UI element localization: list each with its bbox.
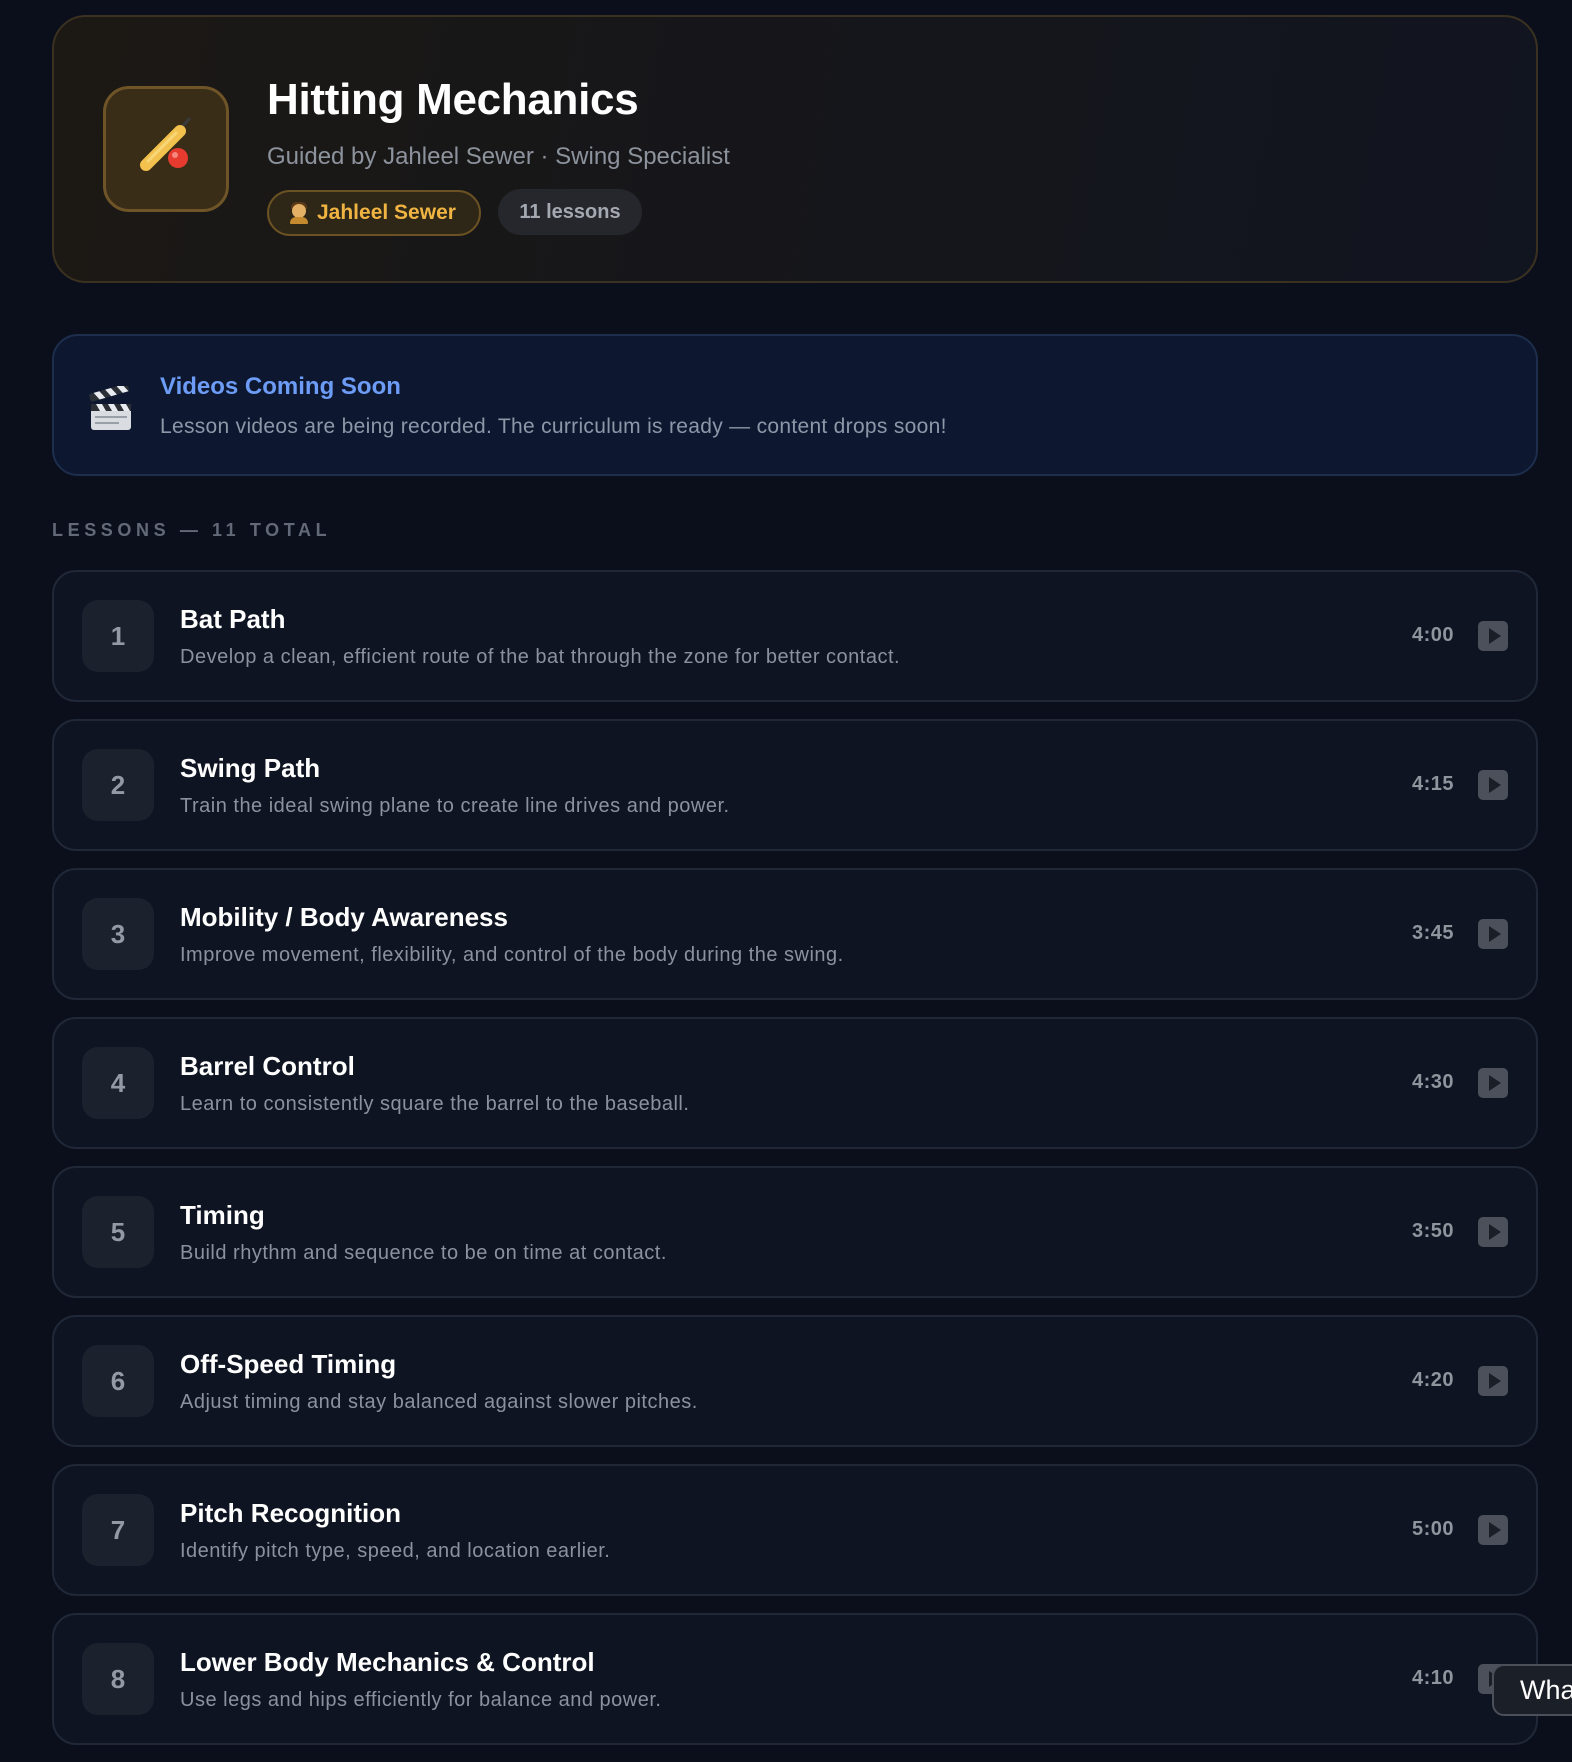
lesson-duration: 4:30 — [1411, 1071, 1454, 1093]
lesson-row[interactable]: 3 Mobility / Body Awareness Improve move… — [52, 868, 1538, 1000]
lesson-row[interactable]: 8 Lower Body Mechanics & Control Use leg… — [52, 1613, 1538, 1745]
lesson-duration: 4:20 — [1411, 1369, 1454, 1391]
lesson-number: 3 — [82, 898, 154, 970]
lesson-title: Barrel Control — [180, 1051, 355, 1081]
course-subtitle: Guided by Jahleel Sewer · Swing Speciali… — [267, 143, 730, 170]
coach-badge[interactable]: Jahleel Sewer — [267, 190, 481, 236]
lesson-duration: 4:15 — [1411, 773, 1454, 795]
lesson-number: 8 — [82, 1643, 154, 1715]
play-icon[interactable] — [1478, 1068, 1508, 1098]
lesson-description: Build rhythm and sequence to be on time … — [180, 1242, 667, 1264]
lesson-row[interactable]: 5 Timing Build rhythm and sequence to be… — [52, 1166, 1538, 1298]
lesson-number: 2 — [82, 749, 154, 821]
lesson-duration: 4:10 — [1411, 1667, 1454, 1689]
lesson-title: Lower Body Mechanics & Control — [180, 1647, 595, 1677]
lesson-title: Off-Speed Timing — [180, 1349, 397, 1379]
lesson-row[interactable]: 6 Off-Speed Timing Adjust timing and sta… — [52, 1315, 1538, 1447]
lesson-description: Improve movement, flexibility, and contr… — [180, 944, 844, 966]
play-icon[interactable] — [1478, 1217, 1508, 1247]
lesson-description: Train the ideal swing plane to create li… — [180, 795, 730, 817]
chat-launcher-button[interactable]: Wha — [1492, 1664, 1572, 1716]
course-header: Hitting Mechanics Guided by Jahleel Sewe… — [52, 15, 1538, 283]
play-icon[interactable] — [1478, 621, 1508, 651]
lesson-description: Develop a clean, efficient route of the … — [180, 646, 901, 668]
lesson-row[interactable]: 2 Swing Path Train the ideal swing plane… — [52, 719, 1538, 851]
lesson-title: Timing — [180, 1200, 265, 1230]
lesson-row[interactable]: 4 Barrel Control Learn to consistently s… — [52, 1017, 1538, 1149]
lesson-title: Bat Path — [180, 604, 286, 634]
play-icon[interactable] — [1478, 1366, 1508, 1396]
lesson-number: 7 — [82, 1494, 154, 1566]
lesson-number: 5 — [82, 1196, 154, 1268]
lesson-duration: 3:50 — [1411, 1220, 1454, 1242]
course-title: Hitting Mechanics — [267, 75, 639, 124]
lesson-row[interactable]: 7 Pitch Recognition Identify pitch type,… — [52, 1464, 1538, 1596]
lesson-title: Mobility / Body Awareness — [180, 902, 508, 932]
lesson-number: 6 — [82, 1345, 154, 1417]
lesson-description: Identify pitch type, speed, and location… — [180, 1540, 611, 1562]
play-icon[interactable] — [1478, 1515, 1508, 1545]
coach-name: Jahleel Sewer — [317, 201, 456, 224]
baseball-bat-icon — [103, 86, 229, 212]
clapperboard-icon — [87, 383, 135, 437]
lessons-section-label: Lessons — 11 total — [52, 520, 332, 540]
lesson-description: Adjust timing and stay balanced against … — [180, 1391, 698, 1413]
lesson-number: 1 — [82, 600, 154, 672]
lesson-list: 1 Bat Path Develop a clean, efficient ro… — [52, 570, 1538, 1762]
lesson-title: Pitch Recognition — [180, 1498, 401, 1528]
lesson-description: Learn to consistently square the barrel … — [180, 1093, 690, 1115]
lesson-row[interactable]: 1 Bat Path Develop a clean, efficient ro… — [52, 570, 1538, 702]
coach-avatar-icon — [289, 202, 309, 224]
lesson-description: Use legs and hips efficiently for balanc… — [180, 1689, 662, 1711]
lesson-title: Swing Path — [180, 753, 321, 783]
lesson-duration: 3:45 — [1411, 922, 1454, 944]
play-icon[interactable] — [1478, 770, 1508, 800]
videos-coming-soon-banner: Videos Coming Soon Lesson videos are bei… — [52, 334, 1538, 476]
lesson-number: 4 — [82, 1047, 154, 1119]
lesson-duration: 4:00 — [1411, 624, 1454, 646]
lesson-count-badge: 11 lessons — [498, 189, 642, 235]
notice-title: Videos Coming Soon — [160, 373, 401, 400]
play-icon[interactable] — [1478, 919, 1508, 949]
notice-text: Lesson videos are being recorded. The cu… — [160, 415, 947, 438]
lesson-duration: 5:00 — [1411, 1518, 1454, 1540]
